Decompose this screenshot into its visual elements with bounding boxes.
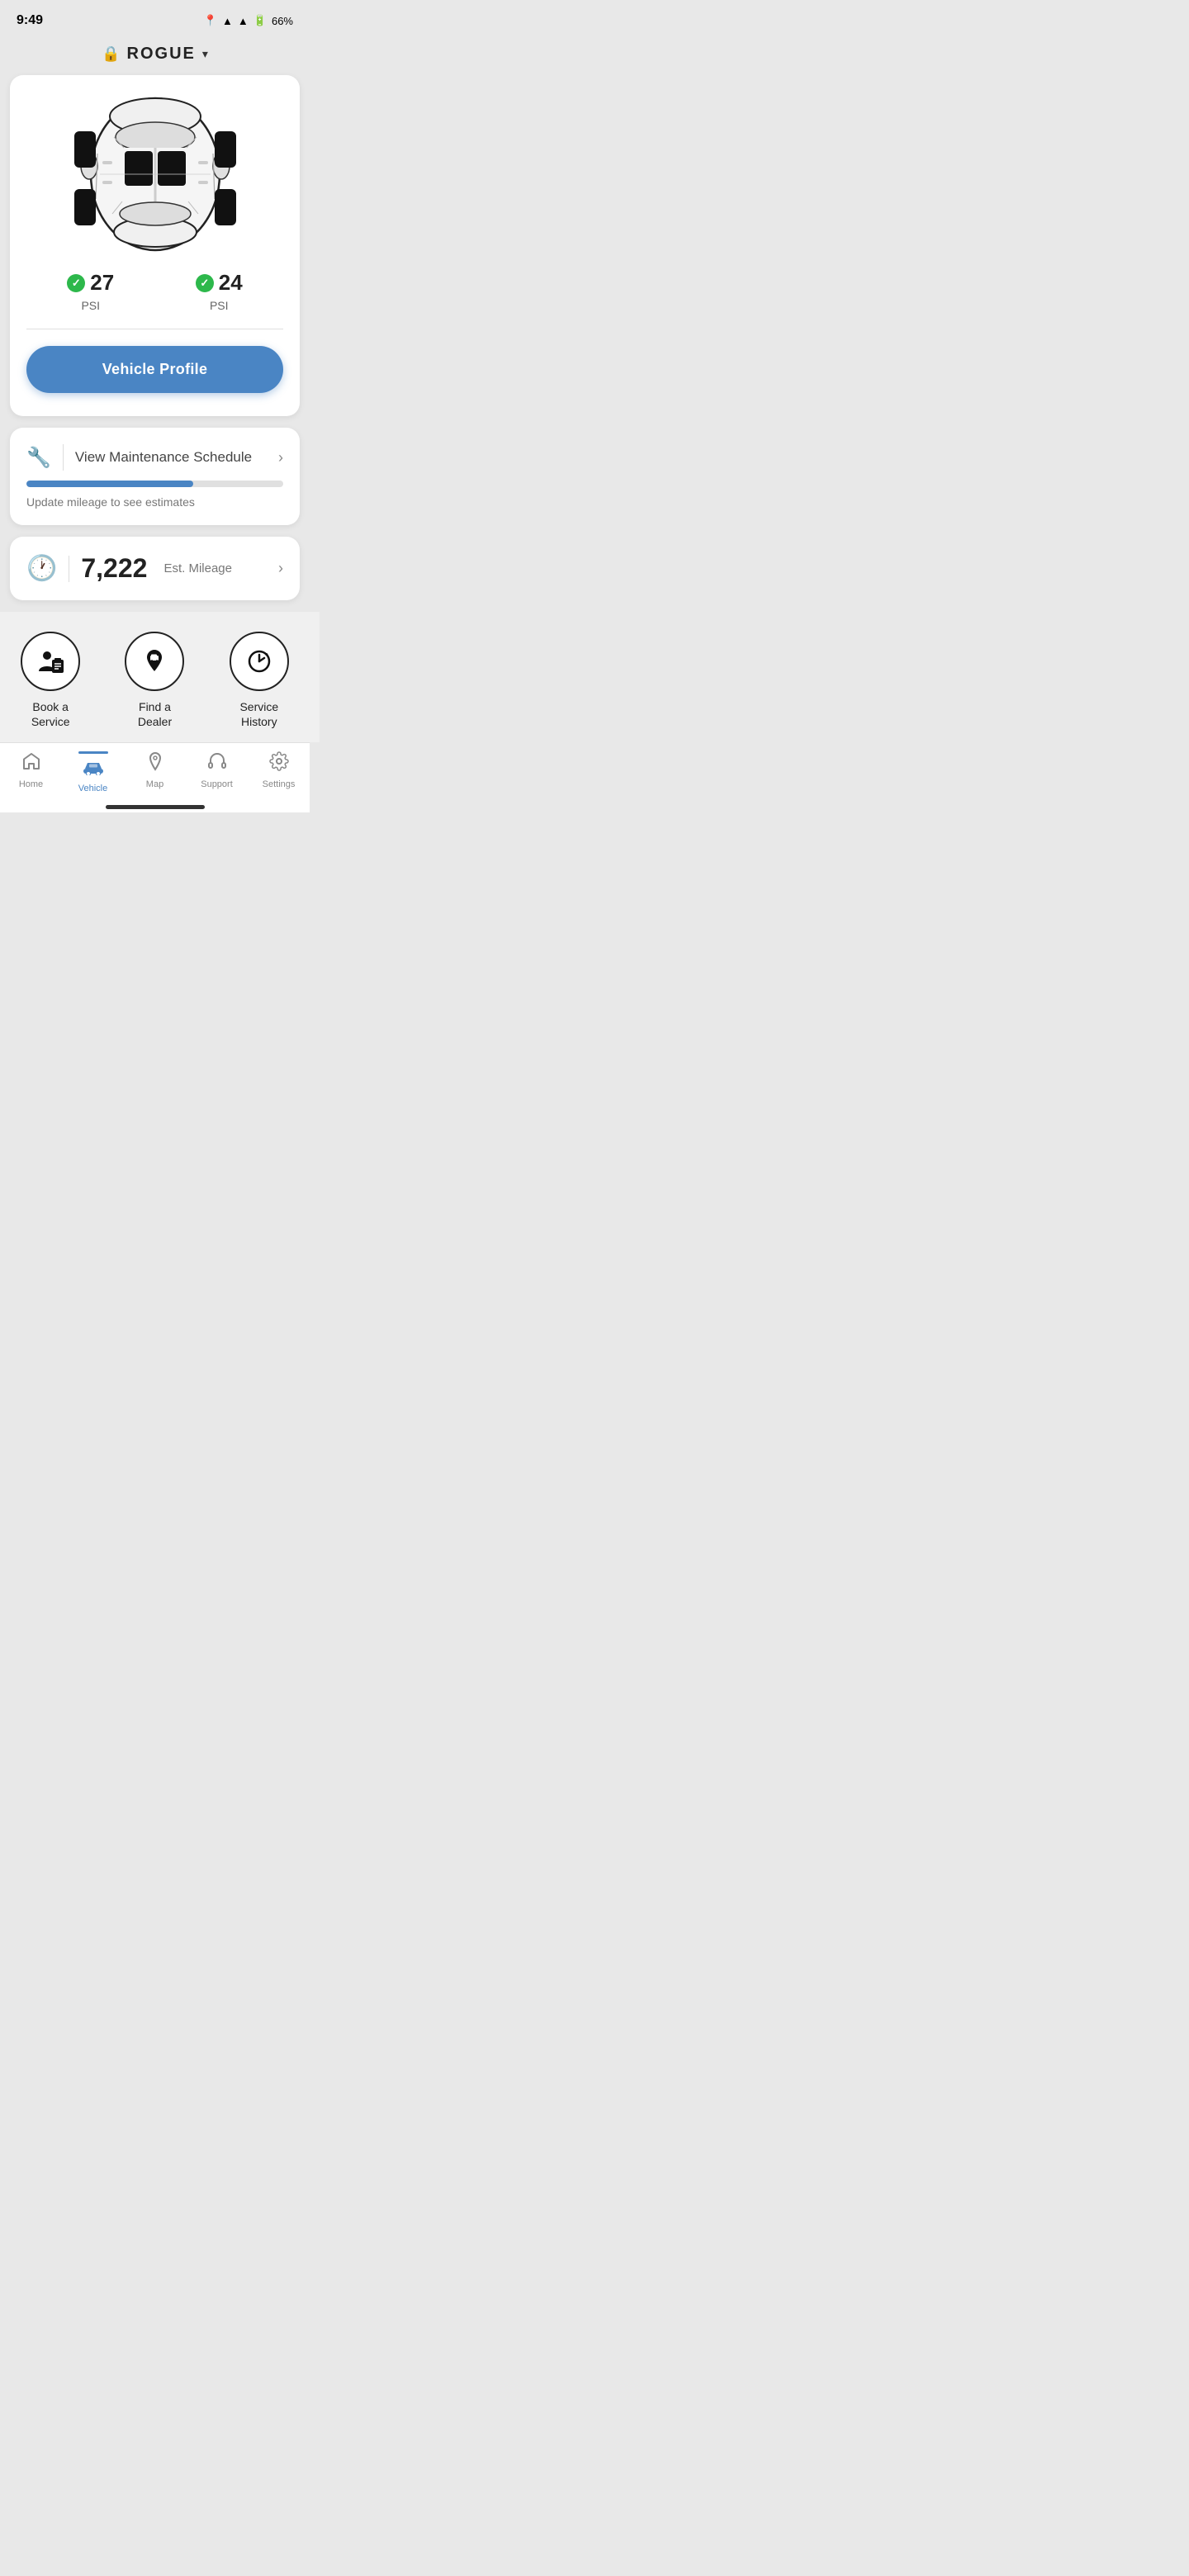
settings-icon [269,751,289,776]
mileage-update-text: Update mileage to see estimates [26,495,195,509]
vehicle-profile-button[interactable]: Vehicle Profile [26,346,283,393]
bottom-nav: Home Vehicle Map [0,742,310,798]
signal-icon: ▲ [238,15,249,27]
home-indicator [0,798,310,812]
maintenance-title: View Maintenance Schedule [75,449,267,466]
nav-support-label: Support [201,779,233,789]
front-tire-check-icon: ✓ [67,274,85,292]
rear-tire-check-icon: ✓ [196,274,214,292]
nav-settings-label: Settings [263,779,296,789]
vertical-divider [63,444,64,471]
wrench-icon: 🔧 [26,446,51,470]
maintenance-card[interactable]: 🔧 View Maintenance Schedule › Update mil… [10,428,300,525]
lock-icon: 🔒 [102,45,120,63]
vehicle-icon [82,759,105,780]
service-history-label: ServiceHistory [239,699,278,729]
status-bar: 9:49 📍 ▲ ▲ 🔋 66% [0,0,310,36]
main-content: ✓ 27 PSI ✓ 24 PSI Vehicle Profile 🔧 View… [0,75,310,600]
nav-vehicle-label: Vehicle [78,784,107,793]
rear-tire-unit: PSI [210,299,229,312]
find-dealer-icon [125,632,184,691]
find-dealer-action[interactable]: Find aDealer [125,632,184,729]
status-time: 9:49 [17,13,43,28]
mileage-row: 🕐 7,222 Est. Mileage › [26,553,283,584]
nav-vehicle-active-bar [78,751,108,754]
map-icon [145,751,165,776]
book-service-action[interactable]: Book aService [21,632,80,729]
front-tire-reading: ✓ 27 PSI [67,270,114,312]
front-tire-value: 27 [90,270,114,296]
nav-map-label: Map [146,779,163,789]
nav-settings[interactable]: Settings [254,751,304,793]
rear-tire-reading: ✓ 24 PSI [196,270,243,312]
tire-readings: ✓ 27 PSI ✓ 24 PSI [26,270,283,312]
service-history-action[interactable]: ServiceHistory [230,632,289,729]
battery-percent: 66% [272,15,293,27]
rear-tire-value: 24 [219,270,243,296]
nav-vehicle[interactable]: Vehicle [69,751,118,793]
battery-icon: 🔋 [253,14,267,27]
service-history-icon [230,632,289,691]
nav-home-label: Home [19,779,43,789]
car-top-down-svg [48,92,263,257]
nav-map[interactable]: Map [130,751,180,793]
maintenance-header-row: 🔧 View Maintenance Schedule › [26,444,283,471]
status-icons: 📍 ▲ ▲ 🔋 66% [204,14,293,27]
location-icon: 📍 [204,14,217,27]
find-dealer-label: Find aDealer [138,699,172,729]
nav-home[interactable]: Home [7,751,56,793]
mileage-card[interactable]: 🕐 7,222 Est. Mileage › [10,537,300,600]
mileage-value: 7,222 [81,553,147,584]
quick-actions: Book aService Find aDealer [0,612,320,742]
book-service-icon [21,632,80,691]
header: 🔒 ROGUE ▾ [0,36,310,75]
progress-bar-bg [26,481,283,487]
maintenance-arrow-icon[interactable]: › [278,449,283,466]
vehicle-name: ROGUE [127,45,196,64]
support-icon [207,751,227,776]
car-illustration [26,92,283,257]
home-icon [21,751,41,776]
mileage-arrow-icon[interactable]: › [278,560,283,577]
progress-bar-fill [26,481,193,487]
nav-support[interactable]: Support [192,751,242,793]
front-tire-unit: PSI [81,299,100,312]
maintenance-progress [26,481,283,487]
vehicle-card: ✓ 27 PSI ✓ 24 PSI Vehicle Profile [10,75,300,416]
home-indicator-bar [106,805,205,809]
wifi-icon: ▲ [222,15,233,27]
book-service-label: Book aService [31,699,70,729]
chevron-down-icon[interactable]: ▾ [202,47,208,61]
speedometer-icon: 🕐 [26,554,57,583]
mileage-label: Est. Mileage [163,561,232,575]
